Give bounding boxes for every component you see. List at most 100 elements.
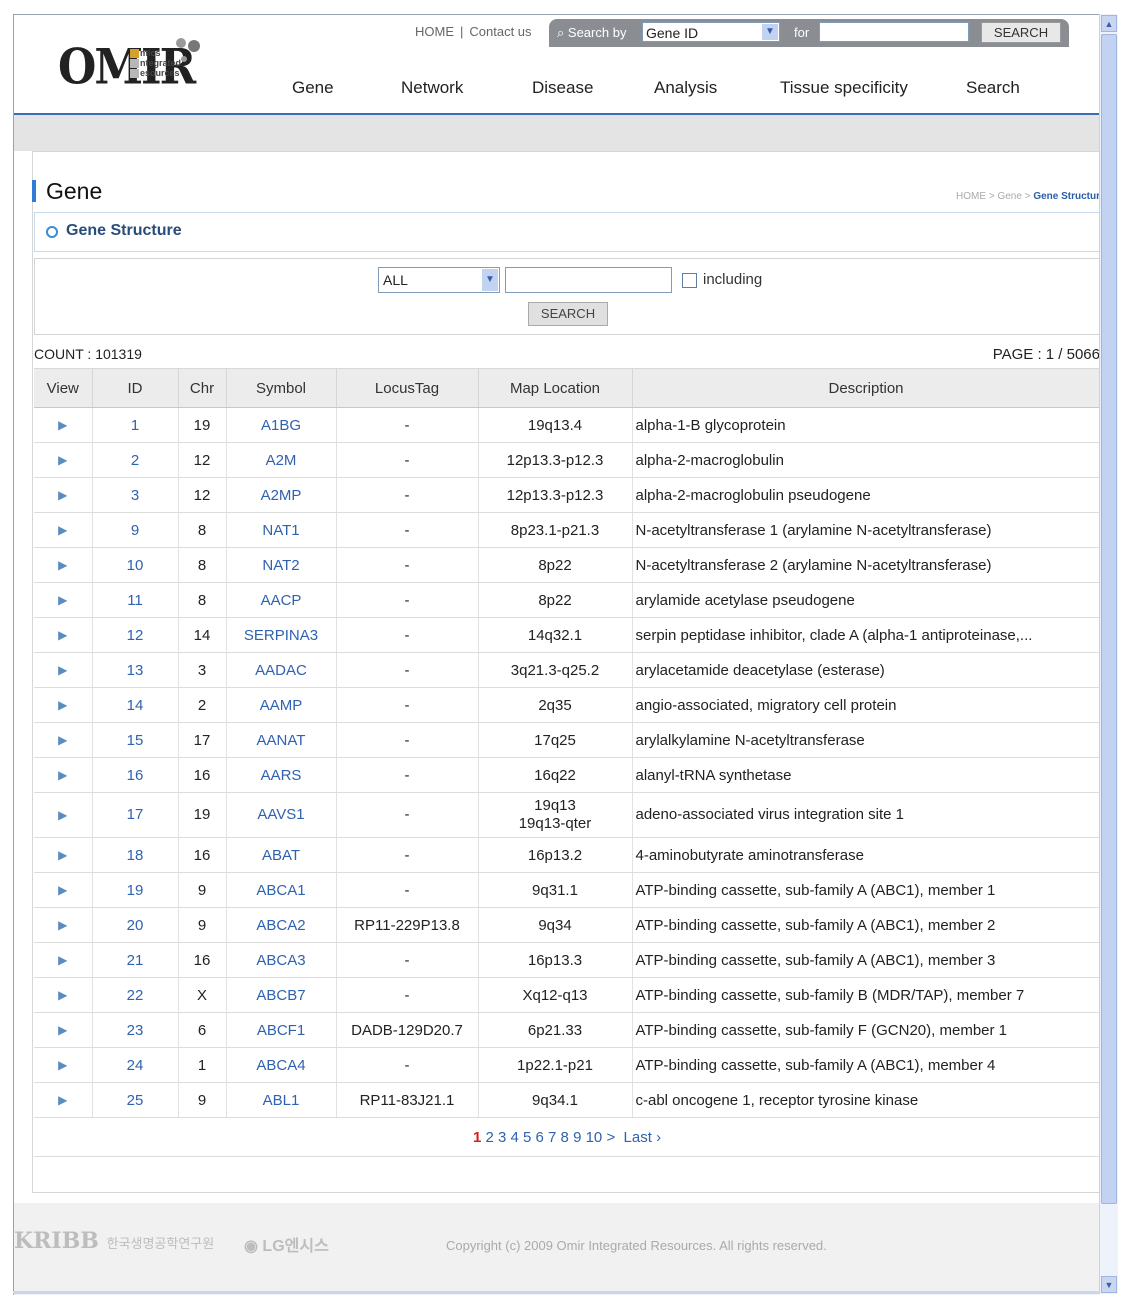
- cell-id[interactable]: 15: [92, 722, 179, 758]
- chevron-down-icon[interactable]: ▼: [482, 269, 498, 291]
- scroll-up-icon[interactable]: ▲: [1101, 15, 1117, 32]
- page-link-8[interactable]: 8: [561, 1129, 569, 1146]
- scroll-down-icon[interactable]: ▼: [1101, 1276, 1117, 1293]
- field-select[interactable]: ALL ▼: [378, 267, 500, 293]
- page-link-4[interactable]: 4: [510, 1129, 518, 1146]
- page-link-9[interactable]: 9: [573, 1129, 581, 1146]
- cell-symbol[interactable]: ABCA3: [226, 942, 337, 978]
- nav-gene[interactable]: Gene: [292, 78, 334, 98]
- view-arrow-icon[interactable]: ▶: [34, 582, 93, 618]
- cell-symbol[interactable]: AAVS1: [226, 792, 337, 838]
- omir-logo[interactable]: OMIR mics ntegrated esources: [58, 38, 228, 96]
- chevron-down-icon[interactable]: ▼: [762, 24, 778, 40]
- including-checkbox[interactable]: [682, 273, 697, 288]
- cell-id[interactable]: 20: [92, 907, 179, 943]
- cell-id[interactable]: 17: [92, 792, 179, 838]
- page-link-10[interactable]: 10: [586, 1129, 603, 1146]
- view-arrow-icon[interactable]: ▶: [34, 977, 93, 1013]
- page-link-2[interactable]: 2: [485, 1129, 493, 1146]
- cell-symbol[interactable]: ABL1: [226, 1082, 337, 1118]
- page-link-5[interactable]: 5: [523, 1129, 531, 1146]
- cell-chr: 8: [178, 582, 227, 618]
- cell-symbol[interactable]: A1BG: [226, 407, 337, 443]
- cell-id[interactable]: 19: [92, 872, 179, 908]
- header-search-input[interactable]: [819, 22, 969, 42]
- nav-tissue-specificity[interactable]: Tissue specificity: [780, 78, 908, 98]
- breadcrumb-path[interactable]: HOME > Gene >: [956, 191, 1033, 202]
- view-arrow-icon[interactable]: ▶: [34, 722, 93, 758]
- view-arrow-icon[interactable]: ▶: [34, 477, 93, 513]
- page-last[interactable]: Last ›: [624, 1129, 662, 1146]
- scroll-thumb[interactable]: [1101, 34, 1117, 1204]
- cell-symbol[interactable]: NAT1: [226, 512, 337, 548]
- cell-symbol[interactable]: AANAT: [226, 722, 337, 758]
- home-link[interactable]: HOME: [415, 24, 454, 39]
- nav-network[interactable]: Network: [401, 78, 463, 98]
- filter-search-button[interactable]: SEARCH: [528, 302, 608, 326]
- cell-id[interactable]: 10: [92, 547, 179, 583]
- cell-id[interactable]: 21: [92, 942, 179, 978]
- view-arrow-icon[interactable]: ▶: [34, 1082, 93, 1118]
- nav-search[interactable]: Search: [966, 78, 1020, 98]
- view-arrow-icon[interactable]: ▶: [34, 757, 93, 793]
- page-link-7[interactable]: 7: [548, 1129, 556, 1146]
- cell-id[interactable]: 1: [92, 407, 179, 443]
- cell-id[interactable]: 13: [92, 652, 179, 688]
- cell-symbol[interactable]: A2M: [226, 442, 337, 478]
- view-arrow-icon[interactable]: ▶: [34, 837, 93, 873]
- cell-id[interactable]: 2: [92, 442, 179, 478]
- nav-analysis[interactable]: Analysis: [654, 78, 717, 98]
- cell-id[interactable]: 25: [92, 1082, 179, 1118]
- cell-id[interactable]: 23: [92, 1012, 179, 1048]
- cell-symbol[interactable]: ABCA4: [226, 1047, 337, 1083]
- filter-query-input[interactable]: [505, 267, 672, 293]
- cell-id[interactable]: 14: [92, 687, 179, 723]
- view-arrow-icon[interactable]: ▶: [34, 442, 93, 478]
- contact-link[interactable]: Contact us: [469, 24, 531, 39]
- cell-id[interactable]: 12: [92, 617, 179, 653]
- cell-symbol[interactable]: AADAC: [226, 652, 337, 688]
- cell-symbol[interactable]: A2MP: [226, 477, 337, 513]
- cell-symbol[interactable]: ABCB7: [226, 977, 337, 1013]
- view-arrow-icon[interactable]: ▶: [34, 1012, 93, 1048]
- lg-ncs-logo[interactable]: ◉ LG엔시스: [244, 1232, 329, 1256]
- view-arrow-icon[interactable]: ▶: [34, 407, 93, 443]
- cell-symbol[interactable]: AAMP: [226, 687, 337, 723]
- view-arrow-icon[interactable]: ▶: [34, 687, 93, 723]
- cell-id[interactable]: 16: [92, 757, 179, 793]
- nav-disease[interactable]: Disease: [532, 78, 593, 98]
- page-link-6[interactable]: 6: [536, 1129, 544, 1146]
- cell-id[interactable]: 11: [92, 582, 179, 618]
- cell-symbol[interactable]: ABCA2: [226, 907, 337, 943]
- page-link-3[interactable]: 3: [498, 1129, 506, 1146]
- page-next[interactable]: >: [606, 1129, 615, 1146]
- view-arrow-icon[interactable]: ▶: [34, 1047, 93, 1083]
- view-arrow-icon[interactable]: ▶: [34, 942, 93, 978]
- cell-locustag: -: [336, 942, 479, 978]
- kribb-logo[interactable]: KRIBB 한국생명공학연구원: [14, 1228, 214, 1254]
- cell-id[interactable]: 18: [92, 837, 179, 873]
- cell-id[interactable]: 24: [92, 1047, 179, 1083]
- cell-symbol[interactable]: ABCA1: [226, 872, 337, 908]
- view-arrow-icon[interactable]: ▶: [34, 792, 93, 838]
- vertical-scrollbar[interactable]: ▲ ▼: [1099, 14, 1118, 1294]
- view-arrow-icon[interactable]: ▶: [34, 652, 93, 688]
- cell-symbol[interactable]: AACP: [226, 582, 337, 618]
- horizontal-scrollbar[interactable]: [13, 1291, 1099, 1294]
- view-arrow-icon[interactable]: ▶: [34, 907, 93, 943]
- view-arrow-icon[interactable]: ▶: [34, 617, 93, 653]
- view-arrow-icon[interactable]: ▶: [34, 872, 93, 908]
- cell-id[interactable]: 9: [92, 512, 179, 548]
- cell-symbol[interactable]: NAT2: [226, 547, 337, 583]
- view-arrow-icon[interactable]: ▶: [34, 512, 93, 548]
- cell-symbol[interactable]: SERPINA3: [226, 617, 337, 653]
- cell-symbol[interactable]: ABCF1: [226, 1012, 337, 1048]
- cell-symbol[interactable]: ABAT: [226, 837, 337, 873]
- cell-id[interactable]: 3: [92, 477, 179, 513]
- header-search-button[interactable]: SEARCH: [981, 22, 1061, 43]
- cell-id[interactable]: 22: [92, 977, 179, 1013]
- cell-symbol[interactable]: AARS: [226, 757, 337, 793]
- search-by-select[interactable]: Gene ID ▼: [642, 22, 780, 42]
- view-arrow-icon[interactable]: ▶: [34, 547, 93, 583]
- cell-description: ATP-binding cassette, sub-family A (ABC1…: [632, 872, 1100, 908]
